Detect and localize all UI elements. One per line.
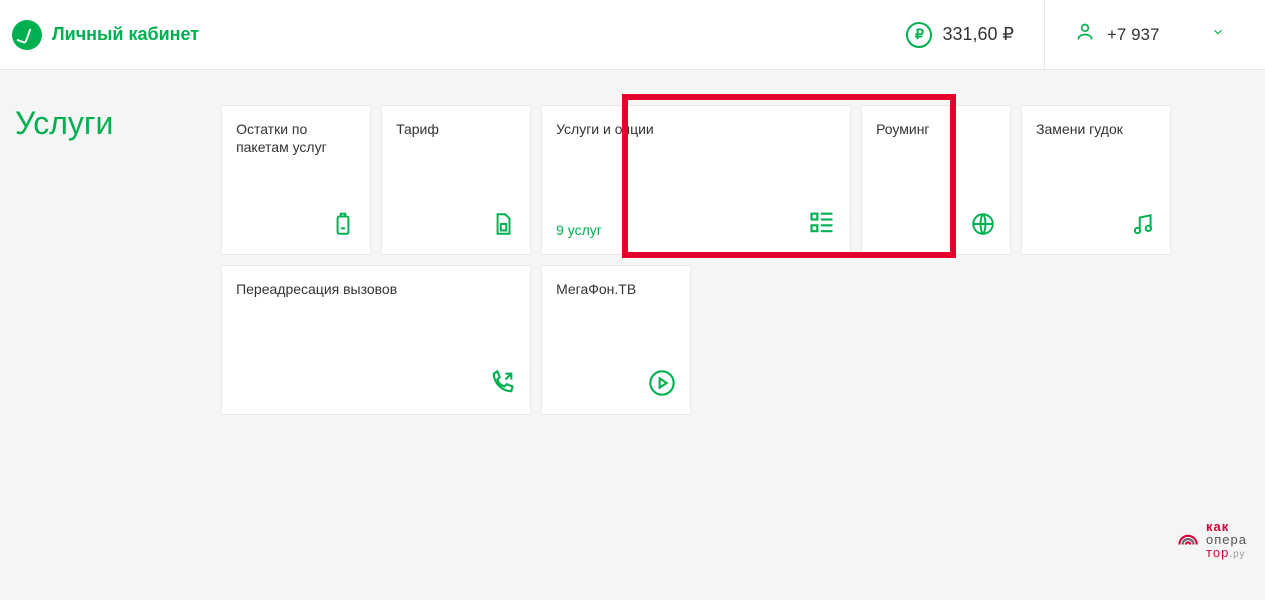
music-icon [1130, 211, 1156, 242]
card-call-forwarding[interactable]: Переадресация вызовов [221, 265, 531, 415]
card-title: Роуминг [876, 120, 996, 138]
battery-icon [330, 211, 356, 242]
card-services-options[interactable]: Услуги и опции 9 услуг [541, 105, 851, 255]
brand-block[interactable]: Личный кабинет [12, 20, 199, 50]
brand-logo-icon [12, 20, 42, 50]
call-forward-icon [488, 369, 516, 402]
balance-value: 331,60 ₽ [942, 24, 1014, 45]
play-icon [648, 369, 676, 402]
account-phone-dropdown[interactable]: +7 937 [1045, 0, 1245, 69]
chevron-down-icon [1211, 25, 1225, 44]
ruble-icon: ₽ [906, 22, 932, 48]
card-megafon-tv[interactable]: МегаФон.ТВ [541, 265, 691, 415]
phone-number: +7 937 [1107, 25, 1199, 45]
content-area: Услуги Остатки по пакетам услуг Тариф Ус… [0, 70, 1265, 415]
card-title: Замени гудок [1036, 120, 1156, 138]
card-title: Переадресация вызовов [236, 280, 516, 298]
watermark-text: как опера тор.ру [1206, 520, 1247, 560]
card-roaming[interactable]: Роуминг [861, 105, 1011, 255]
card-title: Остатки по пакетам услуг [236, 120, 356, 156]
card-title: Тариф [396, 120, 516, 138]
globe-icon [970, 211, 996, 242]
card-subtitle: 9 услуг [556, 222, 602, 238]
page-title: Услуги [10, 105, 221, 415]
app-header: Личный кабинет ₽ 331,60 ₽ +7 937 [0, 0, 1265, 70]
card-title: Услуги и опции [556, 120, 836, 138]
card-title: МегаФон.ТВ [556, 280, 676, 298]
sim-icon [490, 211, 516, 242]
wifi-arc-icon [1174, 525, 1200, 556]
user-icon [1075, 22, 1095, 47]
balance-block[interactable]: ₽ 331,60 ₽ [876, 0, 1045, 69]
watermark: как опера тор.ру [1174, 520, 1247, 560]
card-package-balances[interactable]: Остатки по пакетам услуг [221, 105, 371, 255]
services-grid: Остатки по пакетам услуг Тариф Услуги и … [221, 105, 1255, 415]
card-ringtone[interactable]: Замени гудок [1021, 105, 1171, 255]
card-tariff[interactable]: Тариф [381, 105, 531, 255]
brand-title: Личный кабинет [52, 24, 199, 45]
list-icon [808, 209, 836, 242]
